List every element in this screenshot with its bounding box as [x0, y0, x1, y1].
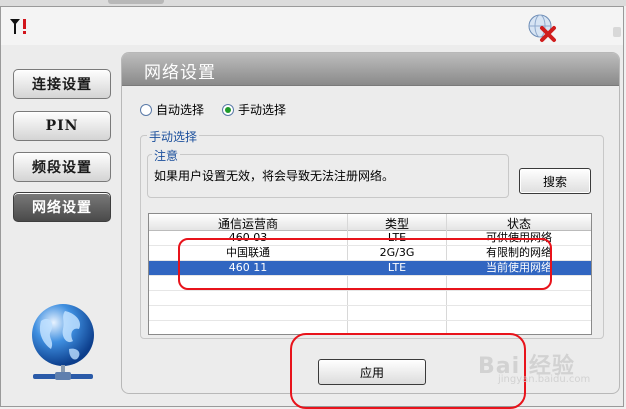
content-header: 网络设置	[122, 53, 619, 86]
sidebar-item-network[interactable]: 网络设置	[13, 192, 111, 222]
radio-manual-label[interactable]: 手动选择	[238, 101, 286, 118]
annotation-highlight-rows	[178, 238, 552, 290]
top-tab	[108, 0, 164, 4]
title-bar	[1, 7, 623, 45]
col-carrier[interactable]: 通信运营商	[149, 215, 347, 232]
notice-text: 如果用户设置无效，将会导致无法注册网络。	[154, 169, 395, 183]
table-row-empty	[149, 291, 591, 306]
radio-auto-label[interactable]: 自动选择	[156, 101, 204, 118]
col-status[interactable]: 状态	[447, 215, 591, 232]
search-button[interactable]: 搜索	[519, 168, 591, 194]
signal-alert-icon	[10, 19, 26, 34]
sidebar-item-band[interactable]: 频段设置	[13, 152, 111, 182]
radio-manual[interactable]	[222, 103, 235, 116]
sidebar-item-connection[interactable]: 连接设置	[13, 69, 111, 99]
sidebar: 连接设置 PIN 频段设置 网络设置	[1, 51, 119, 401]
globe-close-icon[interactable]	[527, 13, 557, 43]
watermark: Bai 经验 jingyan.baidu.com	[478, 348, 590, 385]
watermark-sub: jingyan.baidu.com	[498, 374, 591, 385]
manual-select-legend: 手动选择	[147, 128, 200, 145]
table-header: 通信运营商 类型 状态	[149, 214, 591, 231]
col-type[interactable]: 类型	[348, 215, 446, 232]
page-title: 网络设置	[144, 63, 216, 83]
radio-auto[interactable]	[140, 103, 152, 116]
sidebar-item-pin[interactable]: PIN	[13, 111, 111, 141]
mode-radio-group: 自动选择 手动选择	[140, 101, 304, 118]
notice-legend: 注意	[152, 147, 181, 164]
notice-box: 注意 如果用户设置无效，将会导致无法注册网络。	[147, 147, 509, 198]
edge-tab	[613, 27, 621, 37]
globe-network-icon	[32, 304, 94, 380]
table-row-empty	[149, 306, 591, 321]
